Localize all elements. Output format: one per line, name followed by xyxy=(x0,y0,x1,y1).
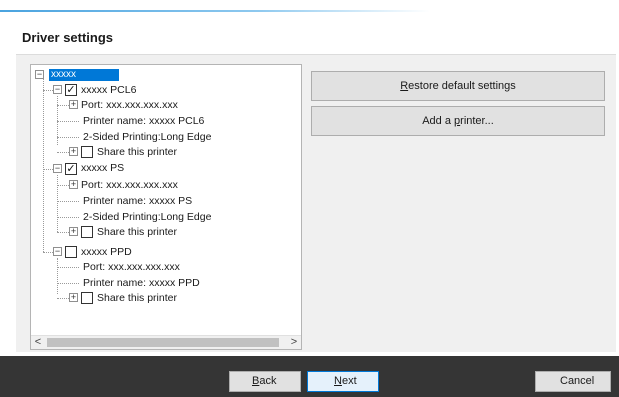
printer-ps-checkbox[interactable]: ✓ xyxy=(65,163,77,175)
tree-connector xyxy=(57,283,79,284)
expand-icon[interactable]: + xyxy=(69,227,78,236)
port-item[interactable]: Port: xxx.xxx.xxx.xxx xyxy=(81,178,178,192)
expand-icon[interactable]: + xyxy=(69,147,78,156)
next-label: ext xyxy=(341,375,357,387)
collapse-icon[interactable]: − xyxy=(35,70,44,79)
add-printer-label: rinter... xyxy=(460,115,494,127)
next-mnemonic: N xyxy=(334,375,342,387)
share-printer-label[interactable]: Share this printer xyxy=(97,145,177,159)
footer-bar: Back Next Cancel xyxy=(0,356,619,397)
share-printer-checkbox[interactable] xyxy=(81,292,93,304)
tree-connector xyxy=(57,201,79,202)
duplex-item[interactable]: 2-Sided Printing:Long Edge xyxy=(83,130,211,144)
tree-connector xyxy=(43,78,44,252)
add-printer-button[interactable]: Add a printer... xyxy=(311,106,605,136)
tree-connector xyxy=(57,232,69,233)
back-label: ack xyxy=(259,375,277,387)
horizontal-scrollbar[interactable]: < > xyxy=(31,335,301,349)
collapse-icon[interactable]: − xyxy=(53,85,62,94)
printer-ppd-checkbox[interactable] xyxy=(65,246,77,258)
tree-connector xyxy=(57,267,79,268)
expand-icon[interactable]: + xyxy=(69,100,78,109)
share-printer-checkbox[interactable] xyxy=(81,146,93,158)
restore-defaults-label: estore default settings xyxy=(408,80,516,92)
back-button[interactable]: Back xyxy=(229,371,301,392)
printer-pcl6-checkbox[interactable]: ✓ xyxy=(65,84,77,96)
tree-connector xyxy=(57,185,69,186)
printer-pcl6-label[interactable]: xxxxx PCL6 xyxy=(81,83,136,97)
tree-connector xyxy=(57,217,79,218)
printer-ppd-label[interactable]: xxxxx PPD xyxy=(81,245,132,259)
title-accent-stripe xyxy=(0,0,619,12)
next-button[interactable]: Next xyxy=(307,371,379,392)
tree-connector xyxy=(57,258,58,294)
port-item[interactable]: Port: xxx.xxx.xxx.xxx xyxy=(83,260,180,274)
tree-root[interactable]: xxxxx xyxy=(49,69,119,81)
port-item[interactable]: Port: xxx.xxx.xxx.xxx xyxy=(81,98,178,112)
scrollbar-thumb[interactable] xyxy=(47,338,279,347)
cancel-button[interactable]: Cancel xyxy=(535,371,611,392)
restore-defaults-button[interactable]: Restore default settings xyxy=(311,71,605,101)
printer-name-item[interactable]: Printer name: xxxxx PPD xyxy=(83,276,200,290)
tree-connector xyxy=(57,175,58,232)
tree-content: − xxxxx − ✓ xxxxx PCL6 + Port: xxx.xxx.x… xyxy=(31,65,301,335)
tree-connector xyxy=(43,252,53,253)
tree-connector xyxy=(57,105,69,106)
chevron-right-icon[interactable]: > xyxy=(287,336,301,350)
printer-name-item[interactable]: Printer name: xxxxx PCL6 xyxy=(83,114,204,128)
restore-defaults-mnemonic: R xyxy=(400,80,409,92)
add-printer-label-pre: Add a xyxy=(422,115,455,127)
printer-ps-label[interactable]: xxxxx PS xyxy=(81,161,124,175)
tree-connector xyxy=(57,298,69,299)
printer-name-item[interactable]: Printer name: xxxxx PS xyxy=(83,194,192,208)
share-printer-label[interactable]: Share this printer xyxy=(97,225,177,239)
tree-connector xyxy=(43,90,53,91)
printer-tree[interactable]: − xxxxx − ✓ xxxxx PCL6 + Port: xxx.xxx.x… xyxy=(30,64,302,350)
chevron-left-icon[interactable]: < xyxy=(31,336,45,350)
collapse-icon[interactable]: − xyxy=(53,247,62,256)
collapse-icon[interactable]: − xyxy=(53,164,62,173)
expand-icon[interactable]: + xyxy=(69,293,78,302)
page-title: Driver settings xyxy=(22,30,114,45)
share-printer-label[interactable]: Share this printer xyxy=(97,291,177,305)
tree-connector xyxy=(43,169,53,170)
tree-connector xyxy=(57,121,79,122)
share-printer-checkbox[interactable] xyxy=(81,226,93,238)
duplex-item[interactable]: 2-Sided Printing:Long Edge xyxy=(83,210,211,224)
tree-connector xyxy=(57,137,79,138)
tree-connector xyxy=(57,152,69,153)
expand-icon[interactable]: + xyxy=(69,180,78,189)
